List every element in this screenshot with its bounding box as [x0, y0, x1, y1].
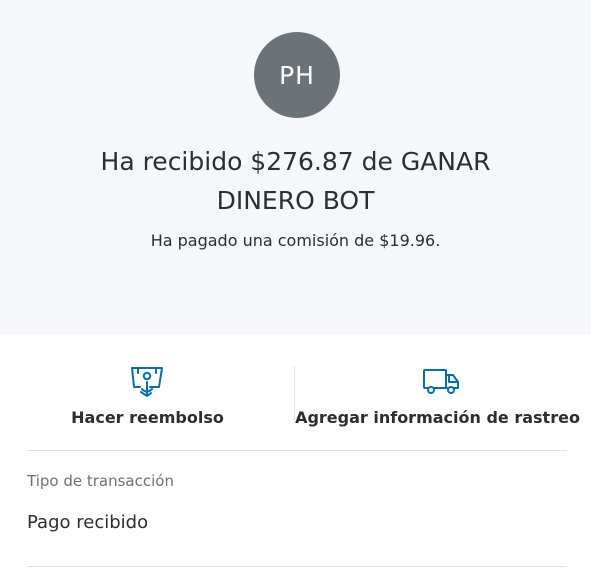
refund-button[interactable]: Hacer reembolso — [0, 335, 295, 451]
action-bar: Hacer reembolso Agregar información de r… — [0, 335, 591, 451]
refund-button-label: Hacer reembolso — [71, 408, 224, 427]
add-tracking-button-label: Agregar información de rastreo — [295, 408, 580, 427]
avatar: PH — [254, 32, 340, 118]
action-divider — [294, 366, 295, 422]
transaction-type-value: Pago recibido — [27, 512, 149, 533]
delivery-truck-icon — [423, 369, 459, 394]
refund-icon — [131, 367, 163, 397]
section-divider — [27, 450, 567, 451]
add-tracking-button[interactable]: Agregar información de rastreo — [295, 335, 591, 451]
fee-text: Ha pagado una comisión de $19.96. — [150, 231, 441, 250]
transaction-header: PH Ha recibido $276.87 de GANAR DINERO B… — [0, 0, 591, 335]
transaction-type-label: Tipo de transacción — [27, 472, 174, 490]
section-divider-bottom — [27, 566, 567, 567]
transaction-headline-line1: Ha recibido $276.87 de GANAR — [100, 147, 491, 176]
transaction-headline-line2: DINERO BOT — [216, 186, 375, 215]
